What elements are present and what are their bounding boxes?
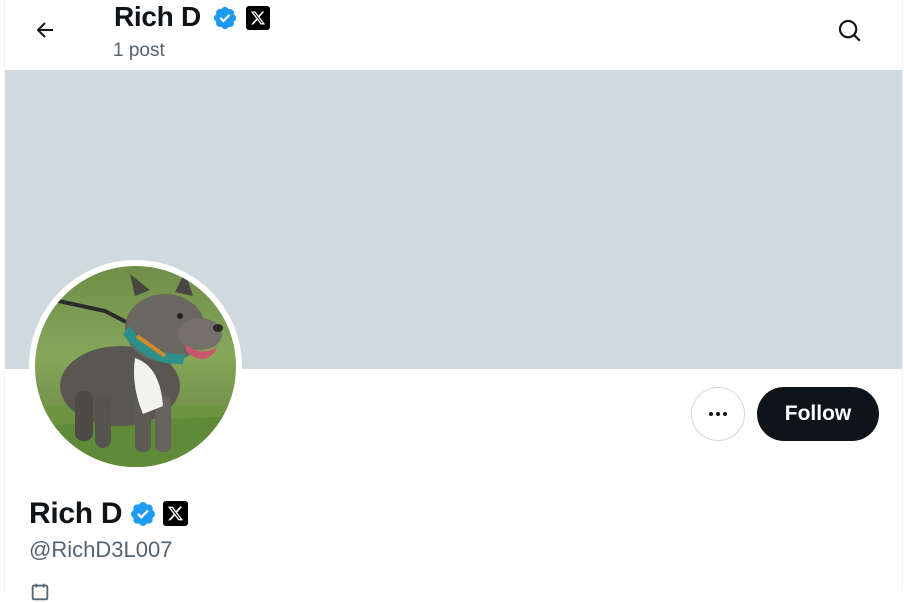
more-options-button[interactable] [691,387,745,441]
column-border-right [902,0,903,591]
verified-badge-icon [213,6,237,30]
header-profile-name: Rich D [114,1,201,32]
follow-button[interactable]: Follow [757,387,879,441]
x-logo-badge-icon [246,6,270,30]
profile-handle: @RichD3L007 [29,537,173,562]
calendar-icon [31,583,49,601]
back-button[interactable] [27,12,63,48]
x-logo-badge-icon[interactable] [163,501,188,526]
profile-display-name: Rich D [29,497,123,530]
dog-photo [35,266,236,467]
arrow-left-icon [36,22,53,38]
more-options-icon [709,412,727,416]
joined-date-row [29,582,59,602]
post-count: 1 post [113,40,165,61]
verified-badge-icon[interactable] [129,500,157,528]
avatar[interactable] [35,266,236,467]
search-icon [838,19,861,42]
profile-header-bar: Rich D 1 post [5,0,902,70]
search-button[interactable] [830,11,870,51]
